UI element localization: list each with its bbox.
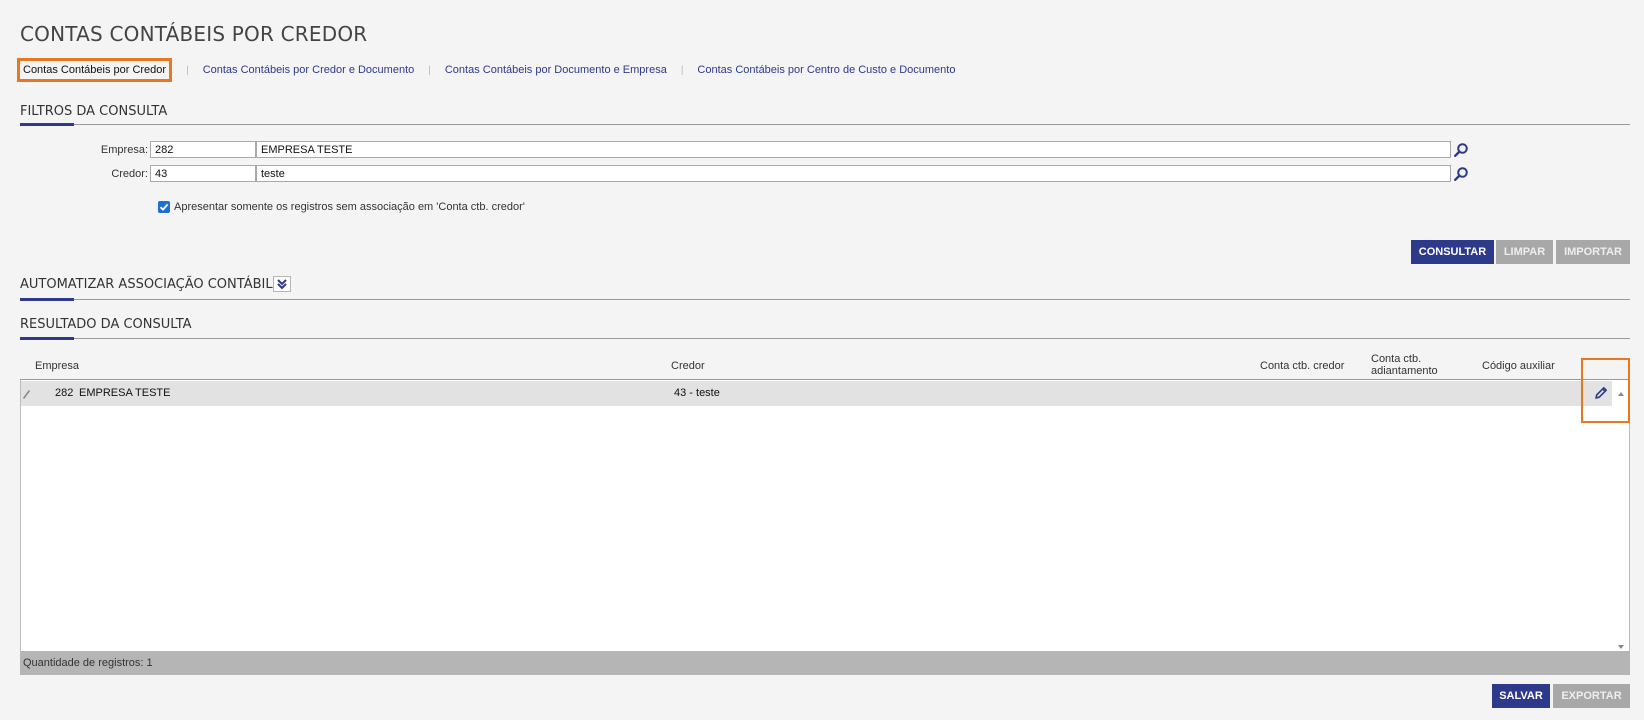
record-count: Quantidade de registros: 1 bbox=[23, 657, 153, 669]
col-header-conta-adiantamento[interactable]: Conta ctb. adiantamento bbox=[1371, 353, 1438, 377]
col-header-empresa[interactable]: Empresa bbox=[35, 360, 79, 372]
row-edit-indicator-icon bbox=[22, 387, 32, 405]
triangle-down-icon bbox=[1618, 645, 1624, 649]
table-row[interactable] bbox=[21, 381, 1612, 406]
col-header-conta-adiantamento-line2: adiantamento bbox=[1371, 365, 1438, 377]
resultado-section-title: RESULTADO DA CONSULTA bbox=[20, 317, 192, 332]
section-accent bbox=[20, 298, 74, 301]
credor-code-input[interactable] bbox=[150, 165, 256, 182]
consultar-button[interactable]: CONSULTAR bbox=[1411, 240, 1494, 264]
filters-section-title: FILTROS DA CONSULTA bbox=[20, 104, 168, 119]
section-divider bbox=[20, 124, 1630, 125]
tab-contas-por-credor[interactable]: Contas Contábeis por Credor bbox=[17, 58, 173, 82]
row-empresa-code: 282 bbox=[55, 387, 74, 399]
sem-associacao-checkbox[interactable] bbox=[158, 201, 170, 213]
row-edit-button[interactable] bbox=[1591, 383, 1611, 403]
salvar-button[interactable]: SALVAR bbox=[1492, 684, 1550, 708]
empresa-search-button[interactable] bbox=[1451, 141, 1471, 159]
sem-associacao-checkbox-label: Apresentar somente os registros sem asso… bbox=[174, 201, 525, 213]
tab-contas-por-centro-custo-documento[interactable]: Contas Contábeis por Centro de Custo e D… bbox=[683, 64, 969, 76]
limpar-button[interactable]: LIMPAR bbox=[1496, 240, 1553, 264]
empresa-label: Empresa: bbox=[100, 144, 148, 156]
scroll-up-button[interactable] bbox=[1617, 384, 1625, 402]
triangle-up-icon bbox=[1618, 392, 1624, 396]
tab-contas-por-documento-empresa[interactable]: Contas Contábeis por Documento e Empresa bbox=[431, 64, 681, 76]
automatizar-expand-button[interactable] bbox=[273, 276, 291, 292]
double-chevron-down-icon bbox=[277, 279, 287, 290]
section-accent bbox=[20, 123, 74, 126]
grid-footer bbox=[20, 651, 1630, 675]
credor-name-input[interactable] bbox=[256, 165, 1451, 182]
automatizar-section-title: AUTOMATIZAR ASSOCIAÇÃO CONTÁBIL bbox=[20, 277, 273, 292]
search-icon bbox=[1454, 143, 1468, 158]
col-header-codigo-auxiliar[interactable]: Código auxiliar bbox=[1482, 360, 1555, 372]
section-divider bbox=[20, 338, 1630, 339]
row-empresa-name: EMPRESA TESTE bbox=[79, 387, 171, 399]
section-divider bbox=[20, 299, 1630, 300]
check-icon bbox=[159, 203, 169, 211]
exportar-button[interactable]: EXPORTAR bbox=[1553, 684, 1630, 708]
row-credor: 43 - teste bbox=[674, 387, 720, 399]
section-accent bbox=[20, 337, 74, 340]
page-title: CONTAS CONTÁBEIS POR CREDOR bbox=[20, 22, 368, 46]
importar-button[interactable]: IMPORTAR bbox=[1556, 240, 1630, 264]
tab-bar: Contas Contábeis por Credor | Contas Con… bbox=[17, 56, 969, 84]
col-header-conta-credor[interactable]: Conta ctb. credor bbox=[1260, 360, 1344, 372]
empresa-code-input[interactable] bbox=[150, 141, 256, 158]
col-header-credor[interactable]: Credor bbox=[671, 360, 705, 372]
credor-label: Credor: bbox=[111, 168, 148, 180]
search-icon bbox=[1454, 167, 1468, 182]
pencil-icon bbox=[1595, 387, 1607, 399]
col-header-conta-adiantamento-line1: Conta ctb. bbox=[1371, 353, 1422, 365]
credor-search-button[interactable] bbox=[1451, 165, 1471, 183]
empresa-name-input[interactable] bbox=[256, 141, 1451, 158]
tab-contas-por-credor-documento[interactable]: Contas Contábeis por Credor e Documento bbox=[189, 64, 429, 76]
